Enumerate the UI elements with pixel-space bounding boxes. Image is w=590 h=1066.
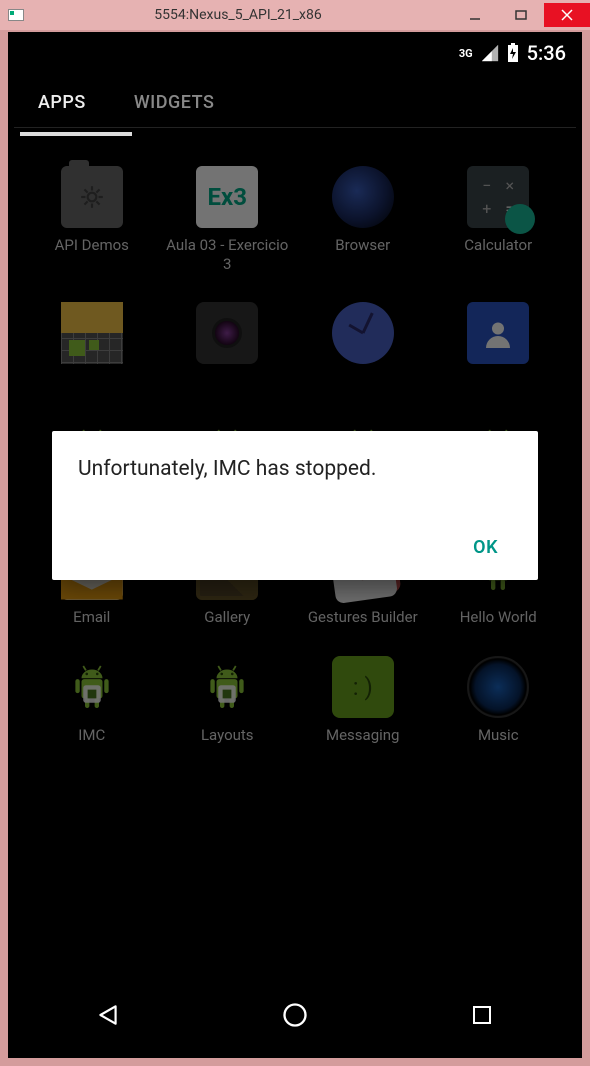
window-titlebar: 5554:Nexus_5_API_21_x86: [0, 0, 590, 30]
minimize-button[interactable]: [452, 3, 498, 27]
dialog-message: Unfortunately, IMC has stopped.: [78, 457, 512, 481]
close-button[interactable]: [544, 3, 590, 27]
maximize-button[interactable]: [498, 3, 544, 27]
emulator-app-icon: [8, 9, 24, 21]
device-screen: 3G 5:36 APPS WIDGETS API DemosEx3Aula 03…: [14, 38, 576, 1052]
dialog-ok-button[interactable]: OK: [459, 527, 512, 568]
window-title: 5554:Nexus_5_API_21_x86: [24, 7, 452, 23]
emulator-frame: 3G 5:36 APPS WIDGETS API DemosEx3Aula 03…: [8, 32, 582, 1058]
crash-dialog: Unfortunately, IMC has stopped. OK: [52, 431, 538, 580]
dialog-scrim[interactable]: Unfortunately, IMC has stopped. OK: [14, 38, 576, 1052]
